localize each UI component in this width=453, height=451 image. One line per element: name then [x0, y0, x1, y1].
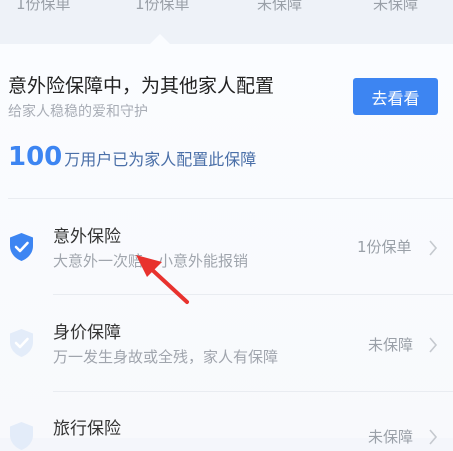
divider: [53, 391, 453, 392]
shield-check-icon: [10, 233, 33, 261]
shield-check-icon: [10, 422, 33, 450]
row-status: 未保障: [368, 336, 414, 354]
divider: [8, 198, 453, 199]
stat-number: 100: [8, 142, 63, 172]
row-status: 未保障: [368, 428, 414, 446]
policy-tab-1[interactable]: 1份保单: [16, 0, 71, 14]
selected-tab-pointer: [150, 34, 170, 44]
stat-text: 万用户已为家人配置此保障: [64, 150, 257, 169]
policy-tab-strip: 1份保单 1份保单 未保障 未保障: [0, 0, 453, 44]
chevron-right-icon: [429, 429, 438, 445]
policy-tab-2[interactable]: 1份保单: [135, 0, 190, 14]
row-description: 大意外一次赔，小意外能报销: [53, 252, 249, 270]
promo-subtitle: 给家人稳稳的爱和守护: [8, 104, 148, 120]
row-title: 身价保障: [53, 323, 121, 343]
policy-tab-3[interactable]: 未保障: [257, 0, 302, 14]
divider: [53, 294, 453, 295]
view-button[interactable]: 去看看: [353, 78, 438, 115]
chevron-right-icon: [429, 337, 438, 353]
policy-tab-4[interactable]: 未保障: [373, 0, 418, 14]
row-description: 万一发生身故或全残，家人有保障: [53, 348, 279, 366]
shield-check-icon: [10, 329, 33, 357]
row-status: 1份保单: [357, 238, 412, 256]
promo-title: 意外险保障中，为其他家人配置: [8, 75, 275, 97]
user-stat: 100 万用户已为家人配置此保障: [8, 142, 256, 172]
row-title: 意外保险: [53, 227, 121, 247]
row-title: 旅行保险: [53, 419, 121, 439]
chevron-right-icon: [429, 240, 438, 256]
